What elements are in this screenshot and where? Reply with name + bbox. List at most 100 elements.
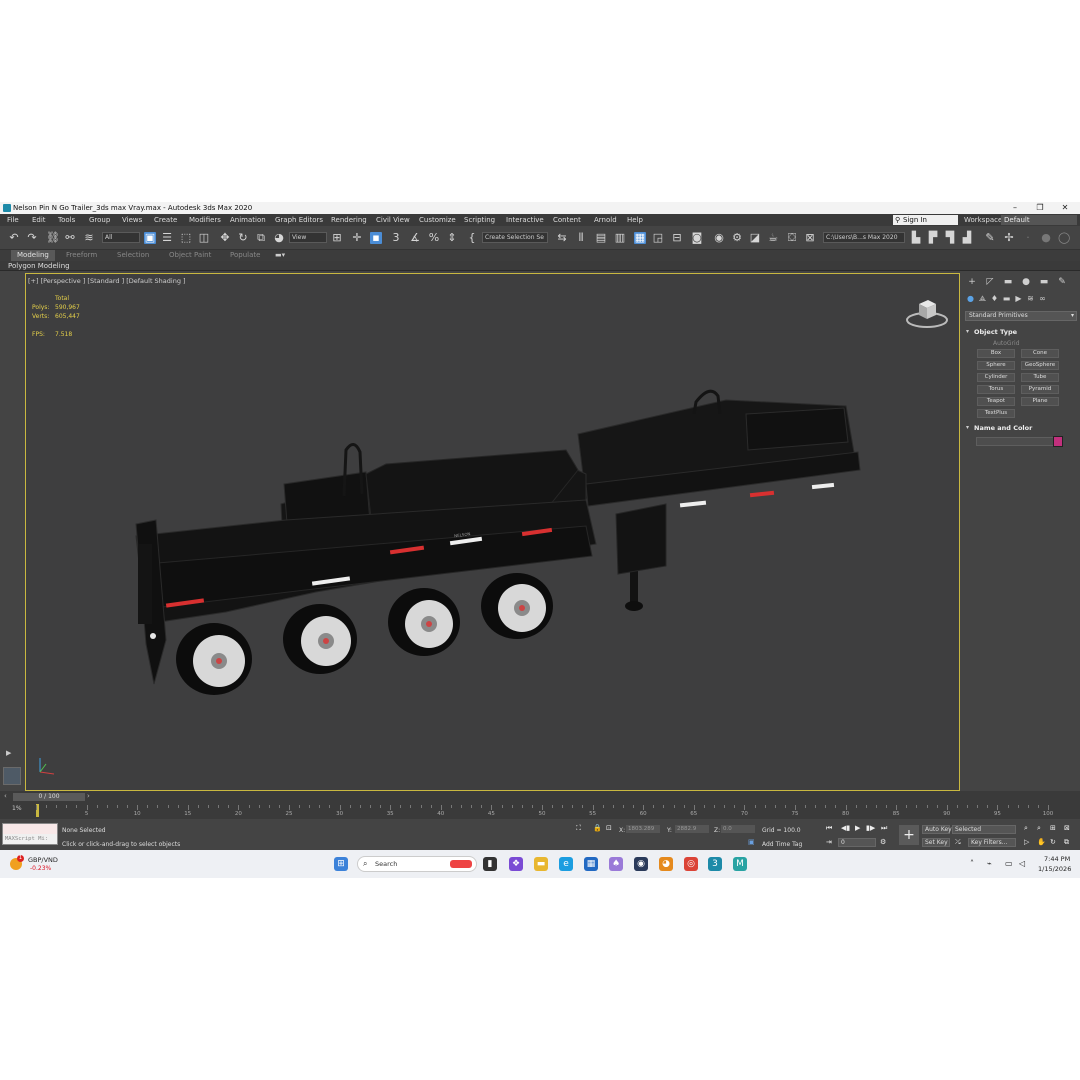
add-time-tag-button[interactable]: Add Time Tag — [762, 841, 802, 848]
move-icon[interactable]: ✥ — [219, 232, 231, 244]
selection-lock-icon[interactable]: 🔒 — [593, 824, 602, 832]
teapot-button[interactable]: Teapot — [977, 397, 1015, 406]
maximize-viewport-icon[interactable]: ⧉ — [1064, 838, 1069, 847]
set-key-plus-button[interactable]: + — [899, 825, 919, 845]
torus-button[interactable]: Torus — [977, 385, 1015, 394]
time-slider-right-arrow[interactable]: › — [87, 792, 90, 800]
time-slider-left-arrow[interactable]: ‹ — [4, 792, 7, 800]
clock-time[interactable]: 7:44 PM — [1044, 855, 1070, 863]
render-setup-icon[interactable]: ◉ — [713, 232, 725, 244]
plane-button[interactable]: Plane — [1021, 397, 1059, 406]
geometry-icon[interactable]: ● — [966, 294, 975, 303]
edge-browser-icon[interactable]: e — [559, 857, 573, 871]
percent-snap-icon[interactable]: % — [428, 232, 440, 244]
key-mode-icon[interactable]: ⇥ — [826, 838, 832, 846]
polygon-modeling-panel[interactable]: Polygon Modeling — [0, 261, 1080, 271]
pencil-icon[interactable]: ✎ — [984, 232, 996, 244]
render-in-cloud-icon[interactable]: ⊠ — [804, 232, 816, 244]
window-crossing-icon[interactable]: ◫ — [198, 232, 210, 244]
primitive-category-dropdown[interactable]: Standard Primitives ▾ — [965, 311, 1077, 321]
render-activeshade-icon[interactable]: ⛋ — [786, 232, 798, 244]
key-selection-dropdown[interactable]: Selected — [952, 825, 1016, 834]
orbit-icon[interactable]: ↻ — [1050, 838, 1056, 846]
menu-graph-editors[interactable]: Graph Editors — [275, 214, 323, 226]
z-coordinate-field[interactable]: 0.0 — [721, 825, 755, 833]
space-warps-icon[interactable]: ≋ — [1026, 294, 1035, 303]
unlink-icon[interactable]: ⚯ — [64, 232, 76, 244]
clock-date[interactable]: 1/15/2026 — [1038, 865, 1071, 873]
menu-customize[interactable]: Customize — [419, 214, 456, 226]
cone-button[interactable]: Cone — [1021, 349, 1059, 358]
y-coordinate-field[interactable]: 2882.9 — [675, 825, 709, 833]
track-bar[interactable]: 1% 5 10 15 20 25 30 35 40 45 50 55 60 65 70 75 80 85 90 95… — [0, 803, 1080, 819]
auto-key-button[interactable]: Auto Key — [922, 825, 952, 834]
expand-arrow-icon[interactable]: ▶ — [6, 749, 14, 757]
menu-arnold[interactable]: Arnold — [594, 214, 617, 226]
restore-button[interactable]: ❐ — [1028, 202, 1052, 214]
motion-tab-icon[interactable]: ● — [1021, 277, 1031, 287]
menu-views[interactable]: Views — [122, 214, 142, 226]
select-by-name-icon[interactable]: ☰ — [161, 232, 173, 244]
sphere-button[interactable]: Sphere — [977, 361, 1015, 370]
zoom-extents-all-icon[interactable]: ⊠ — [1064, 824, 1070, 832]
geosphere-button[interactable]: GeoSphere — [1021, 361, 1059, 370]
render-production-icon[interactable]: ◪ — [749, 232, 761, 244]
object-color-swatch[interactable] — [1053, 436, 1063, 447]
open-folder-icon[interactable]: ▛ — [927, 232, 939, 244]
save-project-icon[interactable]: ▜ — [944, 232, 956, 244]
material-editor-icon[interactable]: ◙ — [691, 232, 703, 244]
menu-modifiers[interactable]: Modifiers — [189, 214, 221, 226]
absolute-mode-icon[interactable]: ⊡ — [606, 824, 612, 832]
isolate-selection-icon[interactable]: ⛶ — [576, 824, 581, 833]
field-of-view-icon[interactable]: ▷ — [1024, 838, 1029, 846]
keyboard-shortcut-override-icon[interactable]: ▪ — [370, 232, 382, 244]
blender-icon[interactable]: ◕ — [659, 857, 673, 871]
file-explorer-icon[interactable]: ▬ — [534, 857, 548, 871]
tab-object-paint[interactable]: Object Paint — [169, 250, 211, 261]
bind-space-warp-icon[interactable]: ≋ — [83, 232, 95, 244]
align-icon[interactable]: ⫴ — [575, 232, 587, 244]
menu-create[interactable]: Create — [154, 214, 177, 226]
maxscript-listener[interactable]: MAXScript Mi: — [2, 823, 58, 845]
tab-selection[interactable]: Selection — [117, 250, 149, 261]
key-filter-icon[interactable]: ⤯ — [955, 838, 961, 847]
textplus-button[interactable]: TextPlus — [977, 409, 1015, 418]
name-and-color-rollout[interactable]: Name and Color — [965, 423, 1077, 433]
link-icon[interactable]: ⛓ — [46, 232, 60, 244]
autogrid-checkbox[interactable]: AutoGrid — [993, 340, 1020, 347]
redo-icon[interactable]: ↷ — [26, 232, 38, 244]
scene-explorer-icon[interactable]: ▤ — [595, 232, 607, 244]
store-icon[interactable]: ▦ — [584, 857, 598, 871]
zoom-icon[interactable]: ⌕ — [1024, 824, 1028, 833]
reference-coordinate-dropdown[interactable]: View — [289, 232, 327, 243]
undo-icon[interactable]: ↶ — [8, 232, 20, 244]
menu-content[interactable]: Content — [553, 214, 581, 226]
angle-snap-icon[interactable]: ∡ — [409, 232, 421, 244]
edit-named-selection-icon[interactable]: { — [466, 232, 478, 244]
obs-icon[interactable]: ◉ — [634, 857, 648, 871]
menu-scripting[interactable]: Scripting — [464, 214, 495, 226]
trailer-3d-model[interactable]: NELSON — [26, 274, 961, 792]
place-icon[interactable]: ◕ — [273, 232, 285, 244]
object-type-rollout[interactable]: Object Type — [965, 327, 1077, 337]
schematic-view-icon[interactable]: ⊟ — [671, 232, 683, 244]
menu-group[interactable]: Group — [89, 214, 110, 226]
minimize-button[interactable]: – — [1003, 202, 1027, 214]
widgets-icon[interactable]: ❖ — [509, 857, 523, 871]
utilities-tab-icon[interactable]: ✎ — [1057, 277, 1067, 287]
go-to-end-icon[interactable]: ⏭ — [881, 824, 887, 833]
layer-explorer-icon[interactable]: ▥ — [614, 232, 626, 244]
key-filters-button[interactable]: Key Filters... — [968, 838, 1016, 847]
menu-tools[interactable]: Tools — [58, 214, 75, 226]
scale-icon[interactable]: ⧉ — [255, 232, 267, 244]
hierarchy-tab-icon[interactable]: ▬ — [1003, 277, 1013, 287]
frame-counter[interactable]: 0 / 100 — [13, 793, 85, 801]
menu-help[interactable]: Help — [627, 214, 643, 226]
menu-interactive[interactable]: Interactive — [506, 214, 544, 226]
lights-icon[interactable]: ♦ — [990, 294, 999, 303]
shapes-icon[interactable]: ⟁ — [978, 294, 987, 303]
tab-populate[interactable]: Populate — [230, 250, 260, 261]
menu-edit[interactable]: Edit — [32, 214, 46, 226]
box-button[interactable]: Box — [977, 349, 1015, 358]
ribbon-options-icon[interactable]: ▬▾ — [275, 250, 285, 261]
